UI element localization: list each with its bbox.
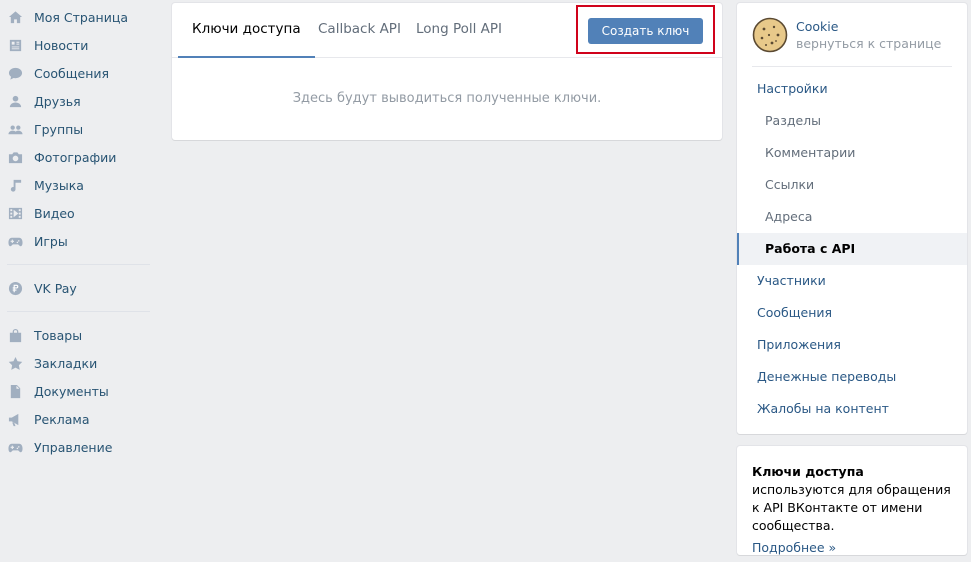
menu-item-addresses[interactable]: Адреса (737, 201, 967, 233)
games-icon (7, 233, 23, 249)
documents-icon (7, 383, 23, 399)
nav-item-goods[interactable]: Товары (0, 321, 152, 349)
menu-item-api[interactable]: Работа с API (737, 233, 967, 265)
nav-divider (7, 311, 150, 312)
nav-item-vk-pay[interactable]: VK Pay (0, 274, 152, 302)
nav-item-label: Игры (34, 233, 68, 249)
nav-item-news[interactable]: Новости (0, 31, 152, 59)
cookie-avatar (752, 17, 788, 53)
home-icon (7, 9, 23, 25)
vkpay-icon (7, 280, 23, 296)
manage-icon (7, 439, 23, 455)
learn-more-link[interactable]: Подробнее » (752, 540, 952, 555)
ads-icon (7, 411, 23, 427)
nav-item-video[interactable]: Видео (0, 199, 152, 227)
menu-item-settings[interactable]: Настройки (737, 73, 967, 105)
nav-item-label: VK Pay (34, 280, 77, 296)
left-nav: Моя Страница Новости Сообщения Друзья Гр… (0, 0, 152, 461)
menu-item-apps[interactable]: Приложения (737, 329, 967, 361)
menu-item-messages[interactable]: Сообщения (737, 297, 967, 329)
menu-item-content-reports[interactable]: Жалобы на контент (737, 393, 967, 425)
messages-icon (7, 65, 23, 81)
nav-item-bookmarks[interactable]: Закладки (0, 349, 152, 377)
nav-item-label: Документы (34, 383, 109, 399)
nav-item-label: Музыка (34, 177, 84, 193)
nav-item-label: Моя Страница (34, 9, 128, 25)
menu-item-comments[interactable]: Комментарии (737, 137, 967, 169)
nav-item-manage[interactable]: Управление (0, 433, 152, 461)
video-icon (7, 205, 23, 221)
news-icon (7, 37, 23, 53)
tab-long-poll-api[interactable]: Long Poll API (416, 3, 502, 58)
nav-item-documents[interactable]: Документы (0, 377, 152, 405)
nav-item-groups[interactable]: Группы (0, 115, 152, 143)
nav-divider (7, 264, 150, 265)
menu-item-members[interactable]: Участники (737, 265, 967, 297)
friends-icon (7, 93, 23, 109)
groups-icon (7, 121, 23, 137)
nav-item-my-page[interactable]: Моя Страница (0, 3, 152, 31)
nav-item-games[interactable]: Игры (0, 227, 152, 255)
nav-item-label: Новости (34, 37, 89, 53)
menu-item-links[interactable]: Ссылки (737, 169, 967, 201)
nav-item-label: Сообщения (34, 65, 110, 81)
api-keys-panel: Ключи доступа Callback API Long Poll API… (172, 3, 722, 140)
settings-menu-list: Настройки Разделы Комментарии Ссылки Адр… (737, 73, 967, 425)
nav-item-label: Реклама (34, 411, 90, 427)
menu-item-money-transfers[interactable]: Денежные переводы (737, 361, 967, 393)
bookmarks-icon (7, 355, 23, 371)
info-description: используются для обращения к API ВКонтак… (752, 482, 951, 533)
goods-icon (7, 327, 23, 343)
community-profile[interactable]: Cookie вернуться к странице (752, 3, 952, 67)
tab-access-keys[interactable]: Ключи доступа (178, 3, 315, 58)
nav-item-ads[interactable]: Реклама (0, 405, 152, 433)
music-icon (7, 177, 23, 193)
nav-item-label: Закладки (34, 355, 98, 371)
nav-item-friends[interactable]: Друзья (0, 87, 152, 115)
nav-item-label: Управление (34, 439, 113, 455)
create-key-highlight: Создать ключ (576, 5, 715, 54)
nav-item-messages[interactable]: Сообщения (0, 59, 152, 87)
nav-item-label: Группы (34, 121, 84, 137)
nav-item-label: Видео (34, 205, 75, 221)
info-text: Ключи доступа используются для обращения… (752, 463, 952, 535)
create-key-button[interactable]: Создать ключ (588, 18, 703, 44)
nav-item-label: Друзья (34, 93, 81, 109)
nav-item-label: Товары (34, 327, 83, 343)
tab-callback-api[interactable]: Callback API (318, 3, 401, 58)
settings-menu: Cookie вернуться к странице Настройки Ра… (737, 3, 967, 434)
photos-icon (7, 149, 23, 165)
tabs-bar: Ключи доступа Callback API Long Poll API… (172, 3, 722, 58)
empty-keys-message: Здесь будут выводиться полученные ключи. (292, 91, 602, 106)
info-bold-term: Ключи доступа (752, 464, 864, 479)
nav-item-photos[interactable]: Фотографии (0, 143, 152, 171)
access-keys-info: Ключи доступа используются для обращения… (737, 446, 967, 555)
nav-item-music[interactable]: Музыка (0, 171, 152, 199)
nav-item-label: Фотографии (34, 149, 117, 165)
community-name[interactable]: Cookie (796, 19, 838, 34)
back-to-page-link[interactable]: вернуться к странице (796, 36, 941, 51)
menu-item-sections[interactable]: Разделы (737, 105, 967, 137)
